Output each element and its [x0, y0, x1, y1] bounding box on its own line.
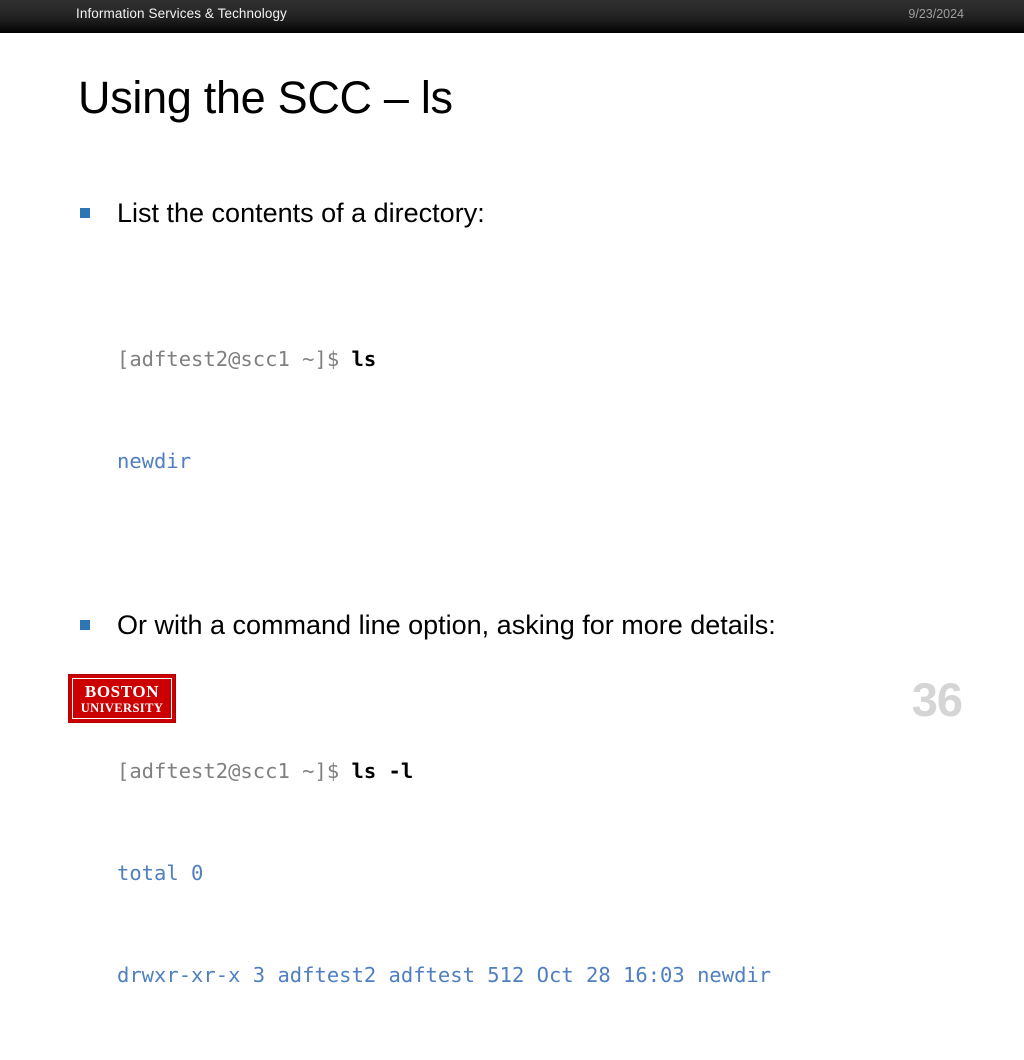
slide-body: List the contents of a directory: [adfte… — [78, 196, 978, 1060]
square-bullet-icon — [80, 208, 90, 218]
bullet-item-2-label: Or with a command line option, asking fo… — [117, 610, 776, 640]
terminal-snippet-1: [adftest2@scc1 ~]$ ls newdir — [117, 274, 978, 546]
shell-command: ls -l — [351, 759, 414, 783]
square-bullet-icon — [80, 620, 90, 630]
terminal-output-line-1: total 0 — [117, 861, 204, 885]
logo-line-boston: BOSTON — [84, 681, 160, 701]
logo-line-university: UNIVERSITY — [80, 700, 164, 715]
terminal-output-line-1: newdir — [117, 449, 192, 473]
terminal-snippet-2: [adftest2@scc1 ~]$ ls -l total 0 drwxr-x… — [117, 686, 978, 1060]
bullet-item-1: List the contents of a directory: — [78, 196, 978, 230]
terminal-command-line-1: [adftest2@scc1 ~]$ ls — [117, 342, 978, 376]
terminal-output-line-2: drwxr-xr-x 3 adftest2 adftest 512 Oct 28… — [117, 963, 772, 987]
boston-university-logo: BOSTON UNIVERSITY — [68, 674, 176, 723]
shell-prompt: [adftest2@scc1 ~]$ — [117, 759, 352, 783]
slide-page-number: 36 — [911, 673, 963, 726]
shell-prompt: [adftest2@scc1 ~]$ — [117, 347, 352, 371]
header-date: 9/23/2024 — [908, 7, 964, 21]
terminal-command-line-2: [adftest2@scc1 ~]$ ls -l — [117, 754, 978, 788]
page-title: Using the SCC – ls — [78, 72, 453, 123]
slide-header-bar: Information Services & Technology 9/23/2… — [0, 0, 1024, 33]
header-organization-title: Information Services & Technology — [76, 6, 287, 21]
shell-command: ls — [351, 347, 377, 371]
bullet-item-1-label: List the contents of a directory: — [117, 198, 485, 228]
bullet-item-2: Or with a command line option, asking fo… — [78, 608, 978, 642]
